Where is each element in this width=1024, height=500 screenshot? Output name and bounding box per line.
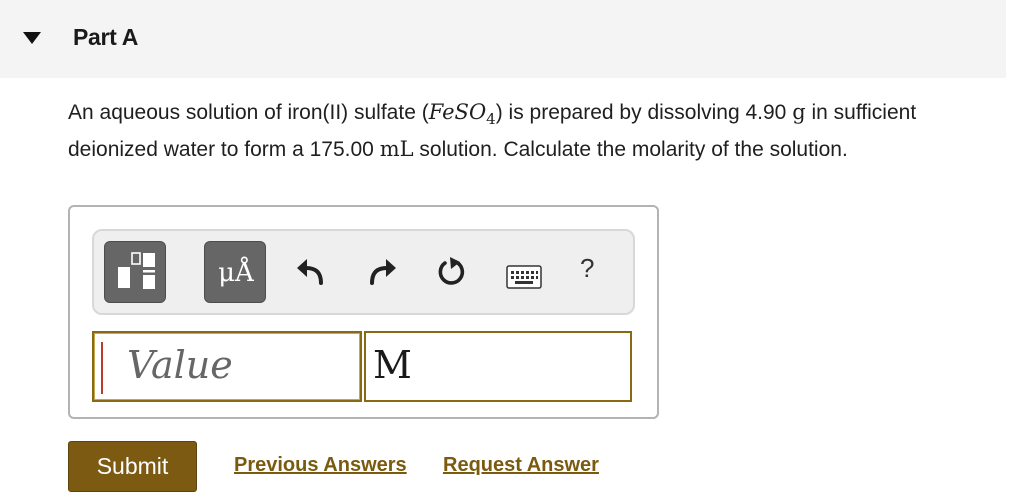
reset-icon[interactable] bbox=[434, 255, 468, 289]
value-placeholder: Value bbox=[127, 343, 233, 387]
formula: FeSO bbox=[428, 100, 487, 124]
help-icon[interactable]: ? bbox=[580, 253, 600, 289]
value-input[interactable]: Value bbox=[92, 331, 362, 402]
units-button[interactable]: μÅ bbox=[204, 241, 266, 303]
part-header: Part A bbox=[0, 0, 1006, 78]
part-title: Part A bbox=[73, 24, 139, 50]
unit-value: M bbox=[373, 343, 412, 387]
question-text-1: An aqueous solution of iron(II) sulfate … bbox=[68, 101, 429, 124]
question-text-2: ) is prepared by dissolving 4.90 bbox=[495, 101, 793, 124]
units-button-label: μÅ bbox=[218, 258, 254, 288]
unit-input[interactable]: M bbox=[364, 331, 632, 402]
templates-button[interactable] bbox=[104, 241, 166, 303]
question-text: An aqueous solution of iron(II) sulfate … bbox=[68, 97, 998, 165]
formula-subscript: 4 bbox=[486, 110, 496, 129]
text-caret bbox=[101, 342, 103, 394]
templates-icon bbox=[118, 252, 155, 289]
undo-icon[interactable] bbox=[293, 255, 327, 289]
collapse-triangle-icon[interactable] bbox=[22, 31, 42, 45]
mass-unit: g bbox=[792, 100, 806, 124]
volume-unit: mL bbox=[379, 137, 414, 162]
keyboard-icon[interactable] bbox=[506, 265, 542, 289]
answer-box: μÅ ? Value M bbox=[68, 205, 659, 419]
redo-icon[interactable] bbox=[366, 255, 400, 289]
previous-answers-link[interactable]: Previous Answers bbox=[234, 454, 407, 477]
request-answer-link[interactable]: Request Answer bbox=[443, 454, 599, 477]
submit-button[interactable]: Submit bbox=[68, 441, 197, 492]
question-text-4: solution. Calculate the molarity of the … bbox=[413, 138, 848, 162]
math-toolbar: μÅ ? bbox=[92, 229, 635, 315]
